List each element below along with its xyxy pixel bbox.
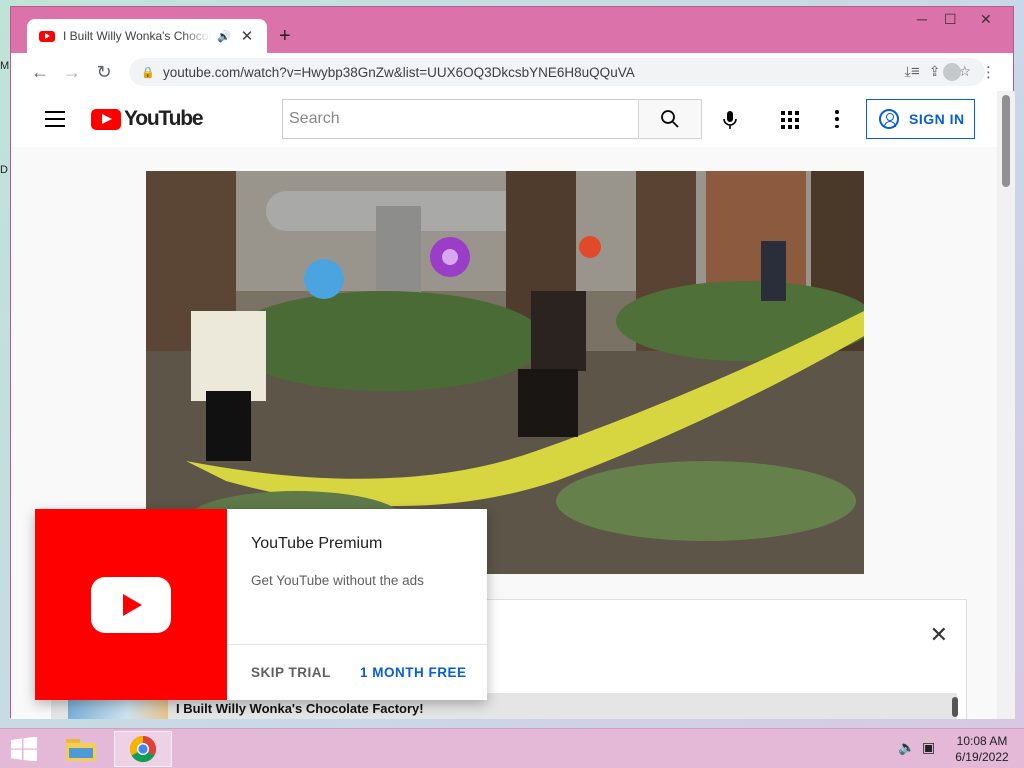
maximize-icon[interactable]: ☐ [944,11,957,28]
youtube-play-logo-icon [91,576,171,633]
chrome-logo-icon [129,735,157,763]
address-bar[interactable]: 🔒 youtube.com/watch?v=Hwybp38GnZw&list=U… [129,58,985,86]
file-explorer-icon[interactable] [52,731,110,767]
search-input[interactable]: Search [282,99,639,139]
minimize-icon[interactable]: ─ [917,11,927,27]
folder-icon [66,739,96,761]
close-tab-icon[interactable]: ✕ [241,27,254,45]
playlist-thumbnail[interactable] [68,699,168,719]
chrome-icon[interactable] [114,731,172,767]
plus-icon[interactable]: + [279,25,291,47]
clock-time: 10:08 AM [956,734,1008,748]
close-window-icon[interactable]: ✕ [980,11,992,28]
youtube-logo-text: YouTube [124,107,204,130]
skip-trial-button[interactable]: SKIP TRIAL [251,665,331,680]
page-scrollbar[interactable] [997,91,1015,719]
menu-dots-icon[interactable]: ⋮ [981,63,996,81]
promo-title: YouTube Premium [251,535,383,552]
clock-date: 6/19/2022 [955,750,1009,764]
sign-in-button[interactable]: SIGN IN [866,99,975,139]
youtube-favicon-icon [39,30,55,42]
profile-icon[interactable] [943,63,961,81]
promo-banner [35,509,227,700]
back-arrow-icon[interactable]: ← [27,62,53,83]
settings-dots-icon[interactable] [835,110,839,128]
share-icon[interactable]: ⇪ [929,63,941,80]
speaker-icon[interactable]: 🔊 [217,30,231,43]
youtube-header: YouTube Search SIGN IN [11,91,997,147]
volume-muted-icon[interactable]: 🔈 [898,739,915,756]
system-clock[interactable]: 10:08 AM 6/19/2022 [950,733,1014,765]
divider [227,644,487,645]
apps-grid-icon[interactable] [781,111,799,129]
tab-strip: I Built Willy Wonka's Chocolate Factory!… [11,7,1013,53]
desktop-icon-label[interactable]: D [0,164,8,176]
browser-tab[interactable]: I Built Willy Wonka's Chocolate Factory!… [27,19,267,53]
windows-start-icon[interactable] [10,737,38,761]
account-icon [879,109,899,129]
page-content: YouTube Search SIGN IN ✕ I Built Willy W… [11,91,997,719]
network-icon[interactable]: ▣ [922,739,935,756]
desktop-icon-label[interactable]: M [0,60,9,72]
sign-in-label: SIGN IN [909,111,965,127]
playlist-item-title[interactable]: I Built Willy Wonka's Chocolate Factory! [176,701,424,716]
premium-promo-popup: YouTube Premium Get YouTube without the … [35,509,487,700]
taskbar: 🔈 ▣ 10:08 AM 6/19/2022 [0,728,1024,768]
close-panel-icon[interactable]: ✕ [930,622,948,648]
youtube-play-logo-icon [91,108,121,130]
install-icon[interactable]: ⤓ [905,63,911,80]
search-button[interactable] [638,99,702,139]
youtube-logo[interactable]: YouTube [91,107,204,131]
reload-icon[interactable]: ↻ [91,62,117,83]
lock-icon[interactable]: 🔒 [141,66,155,79]
url-text[interactable]: youtube.com/watch?v=Hwybp38GnZw&list=UUX… [163,65,635,80]
browser-toolbar: ← → ↻ 🔒 youtube.com/watch?v=Hwybp38GnZw&… [11,53,1013,91]
search-icon [661,110,679,128]
browser-window: I Built Willy Wonka's Chocolate Factory!… [10,6,1015,719]
one-month-free-button[interactable]: 1 MONTH FREE [360,665,467,680]
promo-subtitle: Get YouTube without the ads [251,573,424,588]
forward-arrow-icon[interactable]: → [59,62,85,83]
scrollbar-thumb[interactable] [1002,95,1010,187]
microphone-icon[interactable] [719,109,741,131]
reading-list-icon[interactable]: ≡ [911,63,920,80]
panel-scrollbar[interactable] [952,697,958,717]
hamburger-menu-icon[interactable] [45,111,65,127]
tab-title: I Built Willy Wonka's Chocolate Factory! [63,29,211,43]
